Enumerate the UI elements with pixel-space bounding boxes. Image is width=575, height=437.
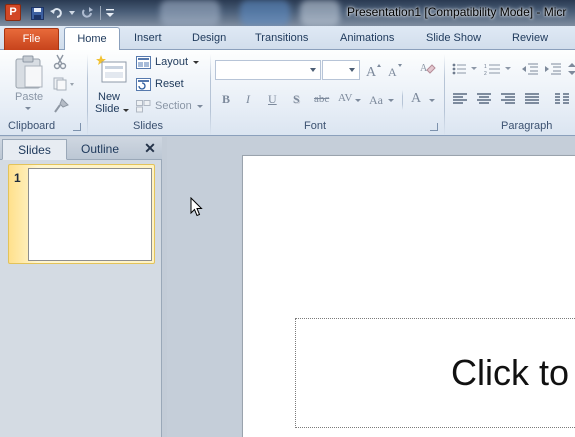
- numbering-icon[interactable]: 12: [484, 63, 514, 78]
- redo-icon[interactable]: [78, 5, 96, 22]
- quick-access-toolbar: [28, 4, 115, 22]
- align-center-icon[interactable]: [477, 93, 491, 108]
- cut-icon[interactable]: [53, 54, 67, 73]
- bold-button[interactable]: B: [222, 92, 230, 107]
- tab-review[interactable]: Review: [510, 30, 550, 50]
- format-painter-icon[interactable]: [53, 98, 69, 117]
- tab-slide-show[interactable]: Slide Show: [424, 30, 483, 50]
- copy-icon[interactable]: [53, 77, 75, 94]
- tab-animations[interactable]: Animations: [338, 30, 396, 50]
- font-size-dropdown-icon[interactable]: [349, 68, 355, 72]
- slide-editor: Click to: [167, 137, 575, 437]
- layout-label[interactable]: Layout: [155, 56, 188, 68]
- panel-tabs: Slides Outline ✕: [0, 137, 162, 160]
- character-spacing-dropdown-icon[interactable]: [355, 99, 361, 102]
- new-slide-label-line2[interactable]: Slide: [95, 103, 119, 115]
- section-label[interactable]: Section: [155, 100, 192, 112]
- bullets-icon[interactable]: [452, 63, 480, 78]
- svg-text:A: A: [420, 63, 428, 74]
- strikethrough-button[interactable]: abc: [314, 93, 329, 105]
- layout-dropdown-icon[interactable]: [193, 61, 199, 64]
- slides-panel: Slides Outline ✕ 1: [0, 137, 162, 437]
- clear-formatting-icon[interactable]: A: [420, 61, 436, 80]
- decrease-indent-icon[interactable]: [522, 63, 538, 78]
- justify-icon[interactable]: [525, 93, 539, 108]
- font-color-button[interactable]: A: [411, 91, 421, 107]
- powerpoint-app-icon[interactable]: P: [5, 4, 21, 21]
- group-separator: [444, 54, 445, 136]
- shadow-button[interactable]: S: [293, 92, 300, 107]
- customize-qat-icon[interactable]: [105, 5, 115, 22]
- placeholder-text: Click to: [451, 352, 570, 393]
- ribbon-tabs: File Home Insert Design Transitions Anim…: [0, 26, 575, 51]
- font-size-combobox[interactable]: [322, 60, 360, 80]
- title-placeholder[interactable]: Click to: [295, 318, 575, 428]
- paste-label[interactable]: Paste: [15, 91, 43, 103]
- font-launcher-icon[interactable]: [430, 123, 438, 131]
- grow-font-icon[interactable]: A: [366, 63, 382, 80]
- tab-slides[interactable]: Slides: [2, 139, 67, 160]
- group-separator: [210, 54, 211, 136]
- font-name-dropdown-icon[interactable]: [310, 68, 316, 72]
- aero-blur: [300, 0, 340, 26]
- window-title: Presentation1 [Compatibility Mode] - Mic…: [347, 5, 567, 19]
- group-label-slides: Slides: [133, 120, 163, 132]
- character-spacing-button[interactable]: AV: [338, 92, 352, 104]
- paste-dropdown-icon[interactable]: [25, 107, 31, 110]
- group-label-font: Font: [304, 120, 327, 132]
- shrink-font-icon[interactable]: A: [388, 63, 404, 80]
- columns-icon[interactable]: [555, 93, 569, 108]
- tab-file[interactable]: File: [4, 28, 59, 50]
- svg-text:1: 1: [484, 64, 487, 70]
- section-icon[interactable]: [136, 100, 151, 116]
- layout-icon[interactable]: [136, 56, 151, 72]
- reset-icon[interactable]: [136, 78, 151, 94]
- svg-text:2: 2: [484, 71, 487, 75]
- tab-insert[interactable]: Insert: [132, 30, 164, 50]
- close-panel-button[interactable]: ✕: [143, 140, 157, 156]
- title-bar: P Presentation1 [Compatibility Mode] - M…: [0, 0, 575, 26]
- font-color-dropdown-icon[interactable]: [429, 99, 435, 102]
- section-dropdown-icon[interactable]: [197, 105, 203, 108]
- tab-home[interactable]: Home: [64, 27, 120, 51]
- align-left-icon[interactable]: [453, 93, 467, 108]
- italic-button[interactable]: I: [246, 92, 250, 107]
- save-icon[interactable]: [28, 5, 46, 22]
- tab-design[interactable]: Design: [190, 30, 228, 50]
- new-slide-label-line1[interactable]: New: [98, 91, 120, 103]
- group-separator: [87, 54, 88, 136]
- aero-blur: [240, 0, 290, 26]
- slide-thumbnail-selected[interactable]: 1: [8, 164, 155, 264]
- aero-blur: [160, 0, 220, 26]
- font-name-combobox[interactable]: [215, 60, 321, 80]
- tab-outline[interactable]: Outline: [70, 139, 130, 160]
- reset-label[interactable]: Reset: [155, 78, 184, 90]
- ribbon-home: Paste Clipboard New Slide Layout Reset S…: [0, 50, 575, 136]
- line-spacing-icon[interactable]: [568, 63, 575, 78]
- qat-separator: [100, 6, 101, 20]
- new-slide-icon[interactable]: [95, 55, 127, 88]
- undo-icon[interactable]: [48, 5, 66, 22]
- tab-transitions[interactable]: Transitions: [253, 30, 310, 50]
- slide-thumbnail[interactable]: [28, 168, 152, 261]
- svg-text:A: A: [388, 65, 397, 77]
- clipboard-launcher-icon[interactable]: [73, 123, 81, 131]
- align-right-icon[interactable]: [501, 93, 515, 108]
- inline-separator: [402, 90, 403, 110]
- change-case-button[interactable]: Aa: [369, 93, 383, 108]
- paste-icon[interactable]: [14, 54, 44, 93]
- underline-button[interactable]: U: [268, 92, 277, 107]
- slide-canvas[interactable]: Click to: [242, 155, 575, 437]
- increase-indent-icon[interactable]: [545, 63, 561, 78]
- slide-number: 1: [14, 171, 21, 185]
- undo-dropdown-icon[interactable]: [68, 5, 76, 22]
- group-label-clipboard: Clipboard: [8, 120, 56, 132]
- svg-text:A: A: [366, 65, 377, 77]
- mouse-cursor-icon: [190, 196, 203, 220]
- group-label-paragraph: Paragraph: [501, 120, 553, 132]
- change-case-dropdown-icon[interactable]: [388, 99, 394, 102]
- new-slide-dropdown-icon[interactable]: [123, 109, 129, 112]
